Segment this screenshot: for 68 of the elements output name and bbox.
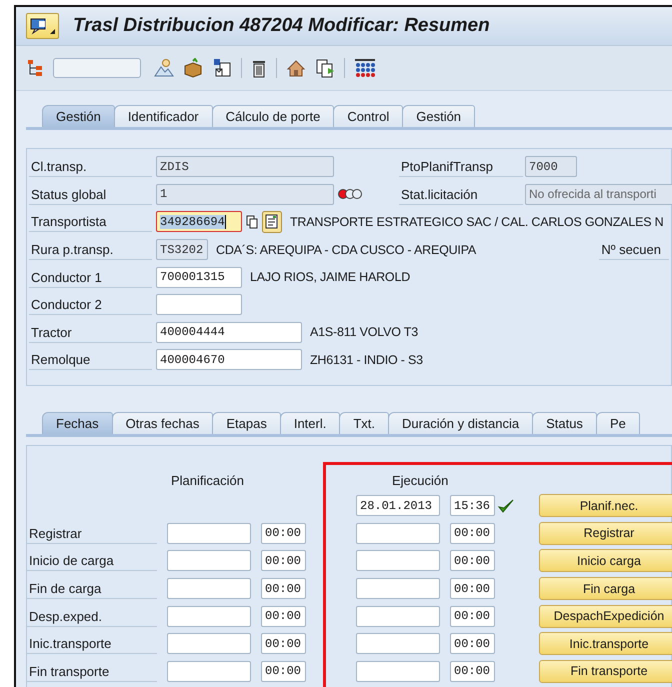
tab[interactable]: Interl.: [280, 412, 340, 434]
field-description: LAJO RIOS, JAIME HAROLD: [250, 270, 410, 284]
input-field[interactable]: 1: [156, 184, 334, 205]
field-description: ZH6131 - INDIO - S3: [310, 352, 423, 367]
tab[interactable]: Cálculo de porte: [212, 105, 334, 127]
action-button[interactable]: Fin carga: [539, 577, 672, 600]
column-heading: Ejecución: [392, 472, 448, 488]
field-label: Rura p.transp.: [29, 239, 152, 260]
time-field[interactable]: 15:36: [450, 495, 495, 516]
field-label: Conductor 1: [29, 266, 152, 288]
field-label: Conductor 2: [29, 294, 152, 316]
tab[interactable]: Fechas: [42, 412, 113, 434]
tab[interactable]: Pe: [596, 412, 640, 434]
time-field[interactable]: 00:00: [450, 550, 495, 572]
field-label: Registrar: [27, 522, 157, 544]
tab[interactable]: Identificador: [114, 105, 213, 127]
action-button[interactable]: Inicio carga: [539, 549, 672, 572]
field-label: Tractor: [29, 322, 152, 343]
field-label: Status global: [29, 184, 152, 205]
input-field[interactable]: 7000: [525, 156, 577, 178]
time-field[interactable]: 00:00: [261, 606, 306, 627]
column-heading: Planificación: [170, 472, 245, 488]
field-description: A1S-811 VOLVO T3: [310, 325, 418, 340]
field-label: Inic.transporte: [27, 633, 157, 654]
tab[interactable]: Control: [333, 105, 404, 127]
input-field[interactable]: 400004444: [156, 322, 302, 343]
field-label: Remolque: [29, 349, 152, 370]
time-field[interactable]: 00:00: [261, 660, 306, 682]
action-button[interactable]: Inic.transporte: [539, 632, 672, 656]
tab[interactable]: Etapas: [212, 412, 281, 434]
window-title: Trasl Distribucion 487204 Modificar: Resumen: [73, 15, 490, 37]
input-field[interactable]: TS3202: [156, 239, 208, 260]
field-label: Nº secuen: [599, 239, 669, 260]
time-field[interactable]: 00:00: [261, 522, 306, 544]
field-label: Inicio de carga: [27, 550, 157, 572]
action-button[interactable]: Registrar: [539, 522, 672, 545]
field-label: Fin transporte: [27, 660, 157, 682]
time-field[interactable]: 00:00: [261, 550, 306, 572]
tab[interactable]: Duración y distancia: [388, 412, 534, 434]
date-field[interactable]: 28.01.2013: [356, 495, 440, 516]
time-field[interactable]: 00:00: [450, 578, 495, 600]
input-field[interactable]: No ofrecida al transporti: [525, 184, 672, 205]
time-field[interactable]: 00:00: [450, 660, 495, 682]
field-label: Stat.licitación: [399, 184, 523, 205]
tab[interactable]: Gestión: [402, 105, 476, 127]
action-button[interactable]: Fin transporte: [539, 660, 672, 683]
time-field[interactable]: 00:00: [261, 578, 306, 600]
field-label: Fin de carga: [27, 578, 157, 600]
field-label: PtoPlanifTransp: [399, 156, 523, 178]
field-description: CDA´S: AREQUIPA - CDA CUSCO - AREQUIPA: [216, 242, 476, 257]
time-field[interactable]: 00:00: [261, 633, 306, 654]
field-label: Desp.exped.: [27, 606, 157, 627]
field-label: Cl.transp.: [29, 156, 152, 178]
time-field[interactable]: 00:00: [450, 606, 495, 627]
field-description: TRANSPORTE ESTRATEGICO SAC / CAL. CARLOS GONZALES N: [290, 214, 664, 229]
action-button[interactable]: Planif.nec.: [539, 494, 672, 518]
tab[interactable]: Status: [532, 412, 597, 434]
time-field[interactable]: 00:00: [450, 522, 495, 544]
tab[interactable]: Otras fechas: [112, 412, 214, 434]
field-label: Transportista: [29, 211, 152, 232]
input-field[interactable]: 349286694: [156, 211, 242, 232]
input-field[interactable]: ZDIS: [156, 156, 334, 178]
input-field[interactable]: 400004670: [156, 349, 302, 370]
tab[interactable]: Gestión: [42, 105, 115, 127]
tab[interactable]: Txt.: [339, 412, 390, 434]
action-button[interactable]: DespachExpedición: [539, 604, 672, 628]
input-field[interactable]: 700001315: [156, 266, 242, 288]
time-field[interactable]: 00:00: [450, 633, 495, 654]
